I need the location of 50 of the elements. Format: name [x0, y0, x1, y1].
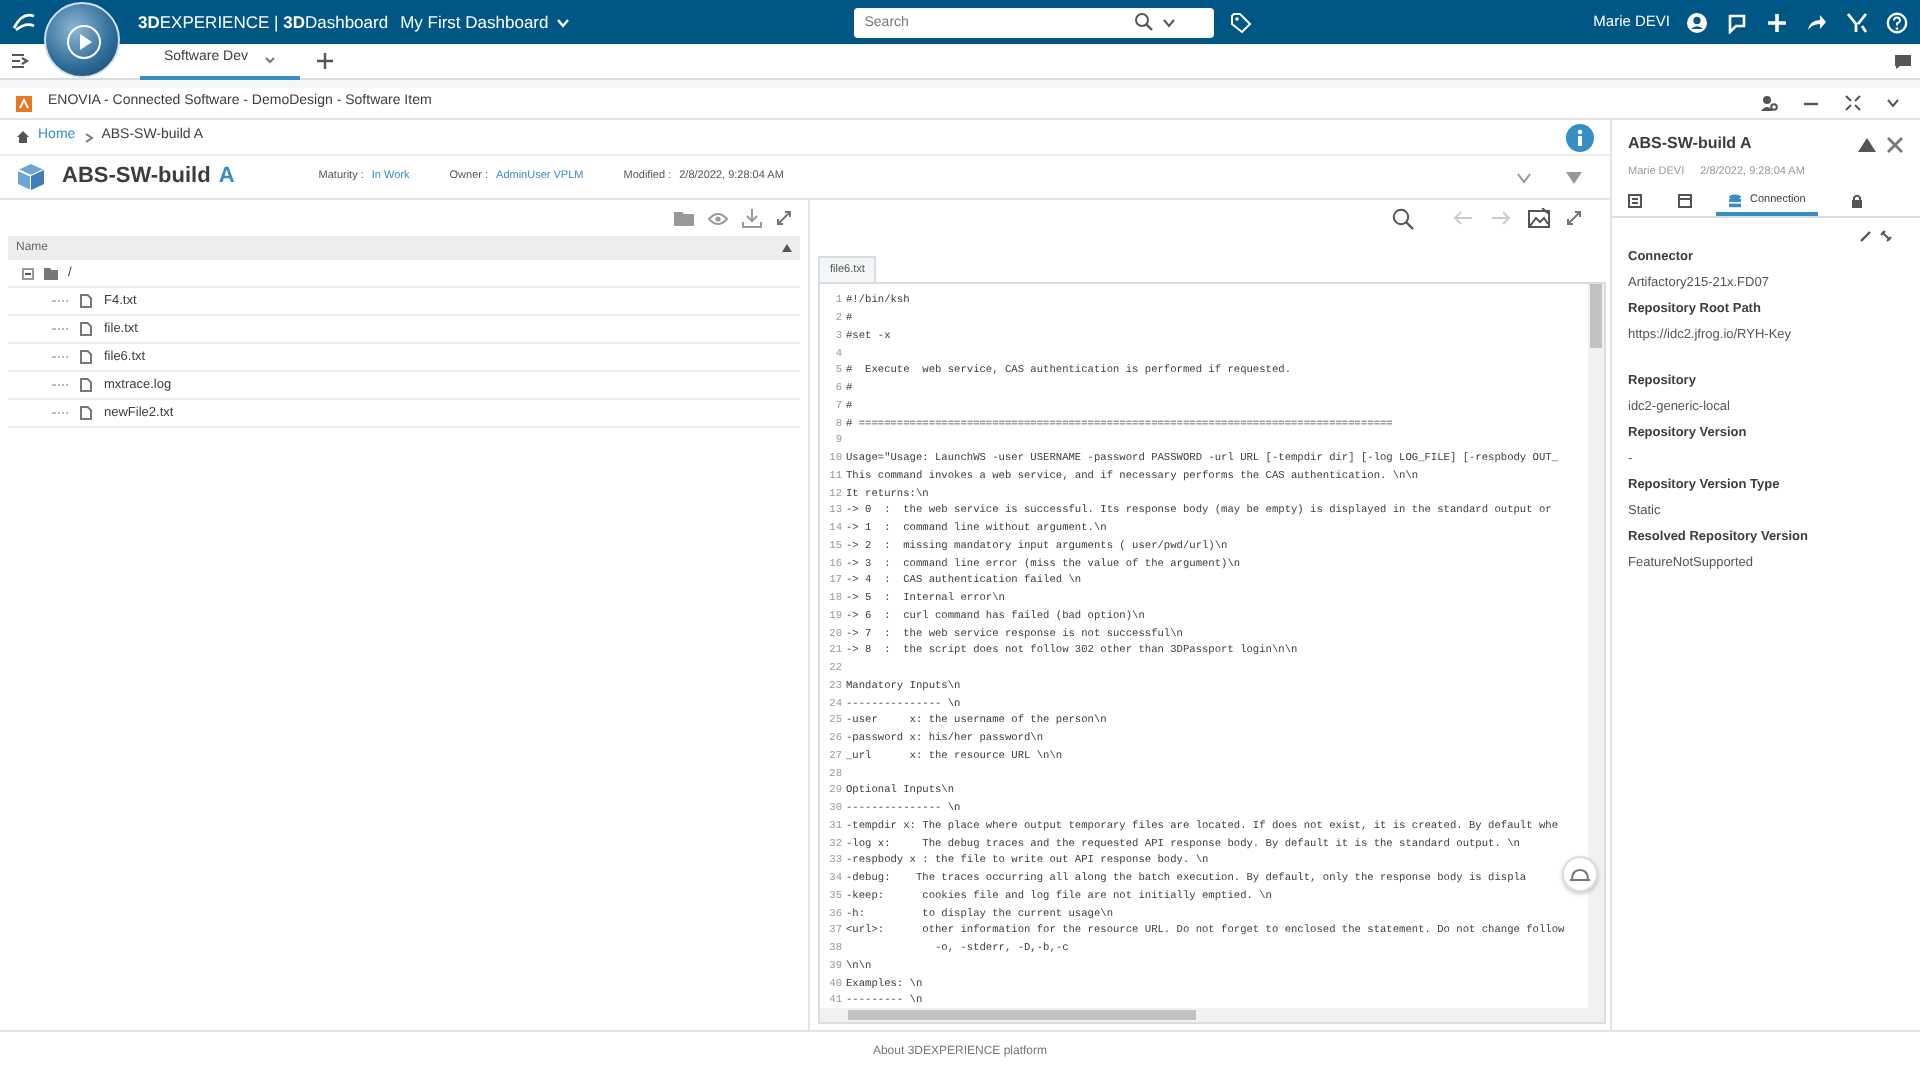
- plus-icon[interactable]: [1766, 11, 1788, 33]
- search-icon[interactable]: [1392, 207, 1414, 229]
- tools-icon[interactable]: [1846, 11, 1868, 33]
- collapse-icon[interactable]: [1858, 137, 1876, 151]
- cube-icon: [16, 162, 46, 192]
- collapse-toggle[interactable]: [22, 267, 34, 279]
- object-name: ABS-SW-build: [62, 162, 211, 193]
- download-icon[interactable]: [742, 208, 762, 228]
- dashboard-menu[interactable]: My First Dashboard: [400, 9, 571, 35]
- scrollbar-thumb[interactable]: [848, 1010, 1196, 1021]
- caret-icon: [1162, 17, 1177, 27]
- caret-icon[interactable]: [1886, 98, 1900, 108]
- list-icon: [1628, 193, 1642, 207]
- calendar-icon: [1678, 193, 1692, 207]
- expand-icon[interactable]: [776, 210, 792, 226]
- caret-icon: [264, 55, 277, 63]
- search-icon: [1134, 12, 1155, 32]
- add-tab-icon[interactable]: [316, 52, 334, 70]
- comment-icon[interactable]: [1894, 53, 1912, 69]
- edit-icon[interactable]: [1860, 230, 1872, 242]
- chevron-icon: [83, 131, 94, 143]
- sort-icon[interactable]: [782, 244, 792, 252]
- panel-title: ABS-SW-build A: [1628, 132, 1752, 156]
- scrollbar-thumb[interactable]: [1590, 284, 1602, 349]
- share-icon[interactable]: [1806, 11, 1828, 33]
- info-icon[interactable]: [1566, 123, 1594, 151]
- close-icon[interactable]: [1886, 135, 1904, 153]
- expand-icon[interactable]: [1566, 210, 1582, 226]
- database-icon: [1728, 193, 1742, 207]
- tag-icon[interactable]: [1230, 11, 1253, 33]
- helmet-button[interactable]: [1562, 856, 1598, 893]
- logo-icon[interactable]: [10, 10, 38, 34]
- sidebar-toggle-icon[interactable]: [10, 52, 30, 70]
- helmet-icon: [1570, 867, 1590, 882]
- folder-icon: [44, 267, 58, 279]
- compass-icon[interactable]: [44, 2, 120, 78]
- platform-title: 3DEXPERIENCE | 3DDashboard: [138, 9, 389, 35]
- revision-label: A: [218, 162, 235, 193]
- home-icon: [16, 130, 30, 144]
- user-settings-icon[interactable]: [1760, 94, 1778, 112]
- image-edit-icon[interactable]: [1528, 208, 1550, 228]
- eye-icon[interactable]: [708, 211, 728, 225]
- folder-icon[interactable]: [674, 210, 694, 226]
- app-icon: [16, 95, 32, 111]
- lock-icon: [1849, 193, 1864, 207]
- expand-icon[interactable]: [1844, 94, 1862, 112]
- help-icon[interactable]: [1886, 11, 1908, 33]
- user-icon[interactable]: [1686, 11, 1708, 33]
- chat-icon[interactable]: [1726, 11, 1748, 33]
- caret-icon: [556, 17, 571, 27]
